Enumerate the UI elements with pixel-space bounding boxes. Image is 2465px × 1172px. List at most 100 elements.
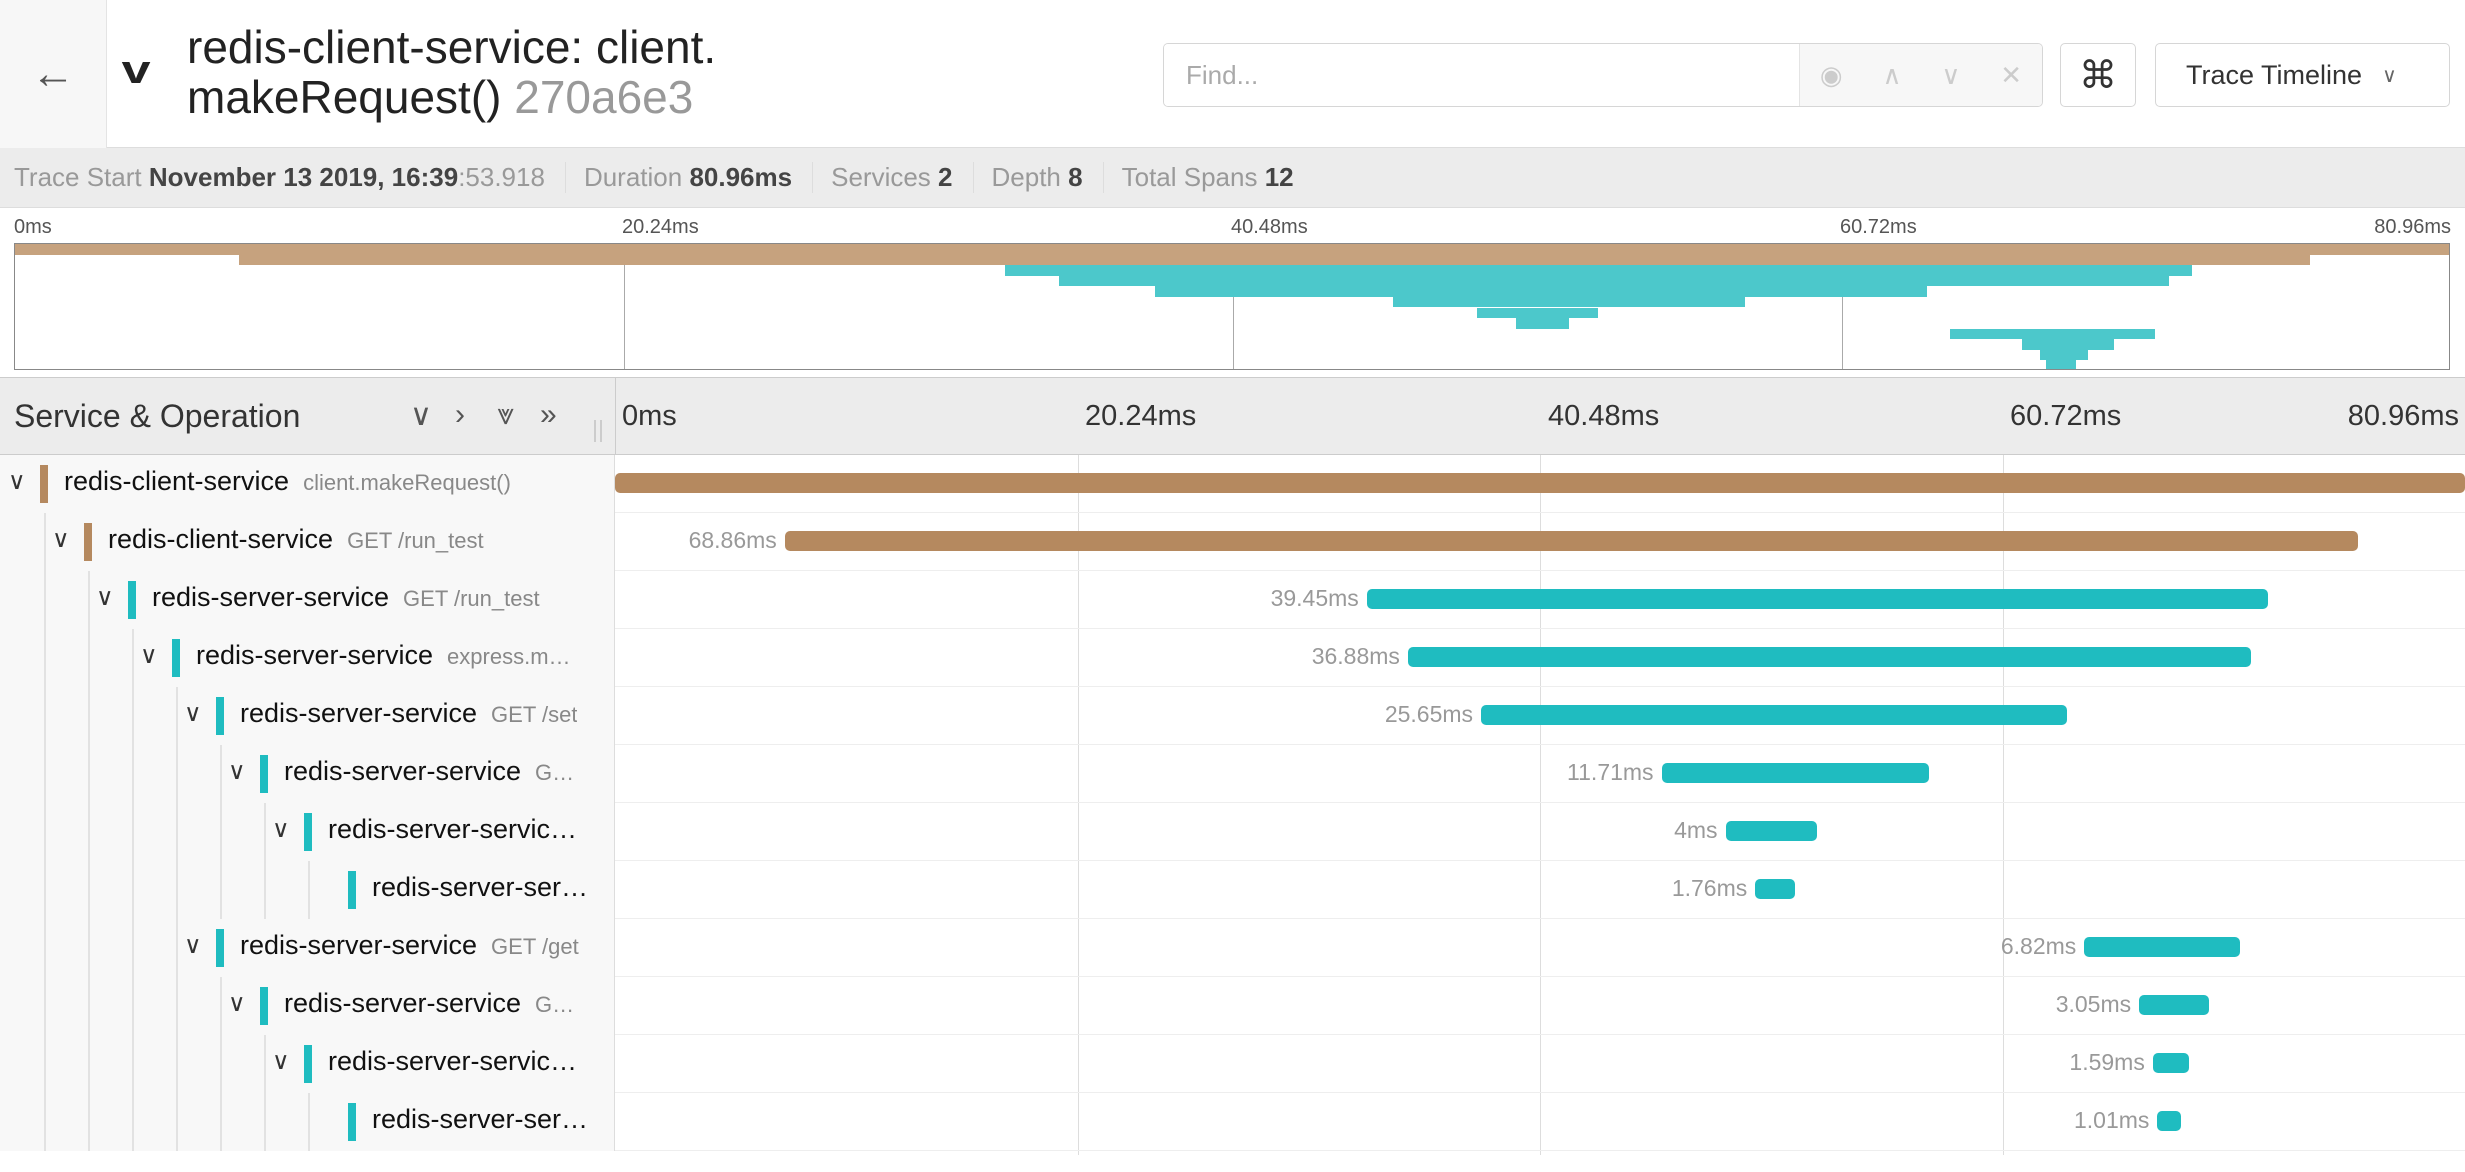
column-resize-handle[interactable] <box>594 420 602 442</box>
tree-guide <box>88 803 90 861</box>
span-service: redis-server-service G… <box>284 988 574 1019</box>
span-name-cell[interactable]: ∨ redis-server-service GET /run_test <box>0 571 615 629</box>
chevron-down-icon[interactable]: ∨ <box>96 583 114 612</box>
span-bar[interactable] <box>1725 821 1817 841</box>
find-input[interactable] <box>1164 44 1799 106</box>
services: Services 2 <box>831 162 974 193</box>
tree-guide <box>132 861 134 919</box>
prev-result-icon[interactable]: ∧ <box>1882 60 1901 91</box>
tree-guide <box>132 1093 134 1151</box>
span-row[interactable]: redis-server-ser… 1.01ms <box>0 1093 2465 1151</box>
span-name-cell[interactable]: ∨ redis-server-servic… <box>0 1035 615 1093</box>
span-row[interactable]: ∨ redis-server-service GET /get 6.82ms <box>0 919 2465 977</box>
operation-name: GET /run_test <box>403 586 540 611</box>
tree-guide <box>88 1093 90 1151</box>
depth: Depth 8 <box>992 162 1104 193</box>
span-row[interactable]: redis-server-ser… 1.76ms <box>0 861 2465 919</box>
tree-guide <box>308 1093 310 1151</box>
trace-minimap[interactable]: 0ms 20.24ms 40.48ms 60.72ms 80.96ms <box>0 208 2465 378</box>
chevron-down-icon[interactable]: ∨ <box>52 525 70 554</box>
span-name-cell[interactable]: redis-server-ser… <box>0 861 615 919</box>
service-name: redis-client-service <box>64 466 290 496</box>
collapse-all-icon[interactable]: » <box>540 398 557 432</box>
back-button[interactable]: ← <box>0 0 107 148</box>
timeline-header: Service & Operation ∨ › ⩔ » 0ms 20.24ms … <box>0 378 2465 455</box>
service-color-bar <box>216 697 224 735</box>
chevron-down-icon[interactable]: ∨ <box>8 467 26 496</box>
expand-all-icon[interactable]: ⩔ <box>497 398 514 432</box>
chevron-down-icon[interactable]: ∨ <box>228 757 246 786</box>
span-name-cell[interactable]: ∨ redis-server-servic… <box>0 803 615 861</box>
tree-guide <box>264 1093 266 1151</box>
view-select[interactable]: Trace Timeline ∨ <box>2155 43 2450 107</box>
tree-guide <box>220 1035 222 1093</box>
tree-guide <box>44 977 46 1035</box>
tree-guide <box>176 977 178 1035</box>
span-row[interactable]: ∨ redis-server-service G… 3.05ms <box>0 977 2465 1035</box>
service-name: redis-server-service <box>284 988 522 1018</box>
tree-guide <box>44 919 46 977</box>
span-row[interactable]: ∨ redis-server-service express.m… 36.88ms <box>0 629 2465 687</box>
total-spans: Total Spans 12 <box>1121 162 1294 192</box>
minimap-span <box>1516 318 1570 329</box>
chevron-down-icon[interactable]: ∨ <box>184 931 202 960</box>
span-name-cell[interactable]: ∨ redis-server-service GET /set <box>0 687 615 745</box>
span-bar[interactable] <box>2139 995 2209 1015</box>
tree-guide <box>44 687 46 745</box>
span-bar[interactable] <box>1366 589 2269 609</box>
keyboard-shortcuts-button[interactable]: ⌘ <box>2060 43 2136 107</box>
span-name-cell[interactable]: ∨ redis-server-service G… <box>0 745 615 803</box>
span-bar[interactable] <box>1755 879 1796 899</box>
expand-one-icon[interactable]: › <box>455 398 465 432</box>
service-color-bar <box>260 987 268 1025</box>
clear-icon[interactable]: ✕ <box>2000 60 2022 91</box>
span-name-cell[interactable]: ∨ redis-client-service GET /run_test <box>0 513 615 571</box>
tree-guide <box>176 861 178 919</box>
next-result-icon[interactable]: ∨ <box>1941 60 1960 91</box>
chevron-down-icon[interactable]: ∨ <box>272 1047 290 1076</box>
minimap-span <box>1393 296 1746 308</box>
service-color-bar <box>304 1045 312 1083</box>
span-bar[interactable] <box>784 531 2359 551</box>
minimap-span <box>1949 328 2155 340</box>
tree-guide <box>44 861 46 919</box>
span-name-cell[interactable]: ∨ redis-server-service express.m… <box>0 629 615 687</box>
span-row[interactable]: ∨ redis-server-servic… 1.59ms <box>0 1035 2465 1093</box>
collapse-one-icon[interactable]: ∨ <box>410 398 432 433</box>
span-bar[interactable] <box>1481 705 2068 725</box>
find-box: ◉ ∧ ∨ ✕ <box>1163 43 2043 107</box>
view-select-label: Trace Timeline <box>2186 59 2363 90</box>
span-row[interactable]: ∨ redis-server-service G… 11.71ms <box>0 745 2465 803</box>
span-bar[interactable] <box>615 473 2465 493</box>
span-bar[interactable] <box>2084 937 2241 957</box>
span-name-cell[interactable]: ∨ redis-client-service client.makeRequest(… <box>0 455 615 513</box>
chevron-down-icon[interactable]: ∨ <box>228 989 246 1018</box>
span-row[interactable]: ∨ redis-client-service GET /run_test 68.86m… <box>0 513 2465 571</box>
tree-guide <box>44 1035 46 1093</box>
span-duration-label: 1.76ms <box>1671 875 1748 901</box>
span-row[interactable]: ∨ redis-server-servic… 4ms <box>0 803 2465 861</box>
span-bar[interactable] <box>1407 647 2251 667</box>
timeline-tick: 20.24ms <box>1085 400 1197 432</box>
span-service: redis-server-servic… <box>328 1046 577 1077</box>
span-name-cell[interactable]: ∨ redis-server-service GET /get <box>0 919 615 977</box>
operation-name: express.m… <box>447 644 571 669</box>
span-bar[interactable] <box>1661 763 1930 783</box>
minimap-span <box>2046 360 2077 369</box>
span-duration-label: 4ms <box>1674 817 1718 843</box>
chevron-down-icon[interactable]: ∨ <box>272 815 290 844</box>
chevron-down-icon[interactable]: ∨ <box>140 641 158 670</box>
span-bar[interactable] <box>2157 1111 2181 1131</box>
span-name-cell[interactable]: redis-server-ser… <box>0 1093 615 1151</box>
chevron-down-icon[interactable]: ∨ <box>184 699 202 728</box>
span-service: redis-client-service client.makeRequest() <box>64 466 511 497</box>
span-row[interactable]: ∨ redis-server-service GET /run_test 39.45m… <box>0 571 2465 629</box>
span-row[interactable]: ∨ redis-server-service GET /set 25.65ms <box>0 687 2465 745</box>
collapse-header-chevron-icon[interactable]: v <box>122 48 151 93</box>
minimap-canvas[interactable] <box>14 243 2450 370</box>
locate-icon[interactable]: ◉ <box>1820 60 1843 91</box>
span-row[interactable]: ∨ redis-client-service client.makeRequest(… <box>0 455 2465 513</box>
tree-guide <box>176 745 178 803</box>
span-name-cell[interactable]: ∨ redis-server-service G… <box>0 977 615 1035</box>
span-bar[interactable] <box>2152 1053 2190 1073</box>
